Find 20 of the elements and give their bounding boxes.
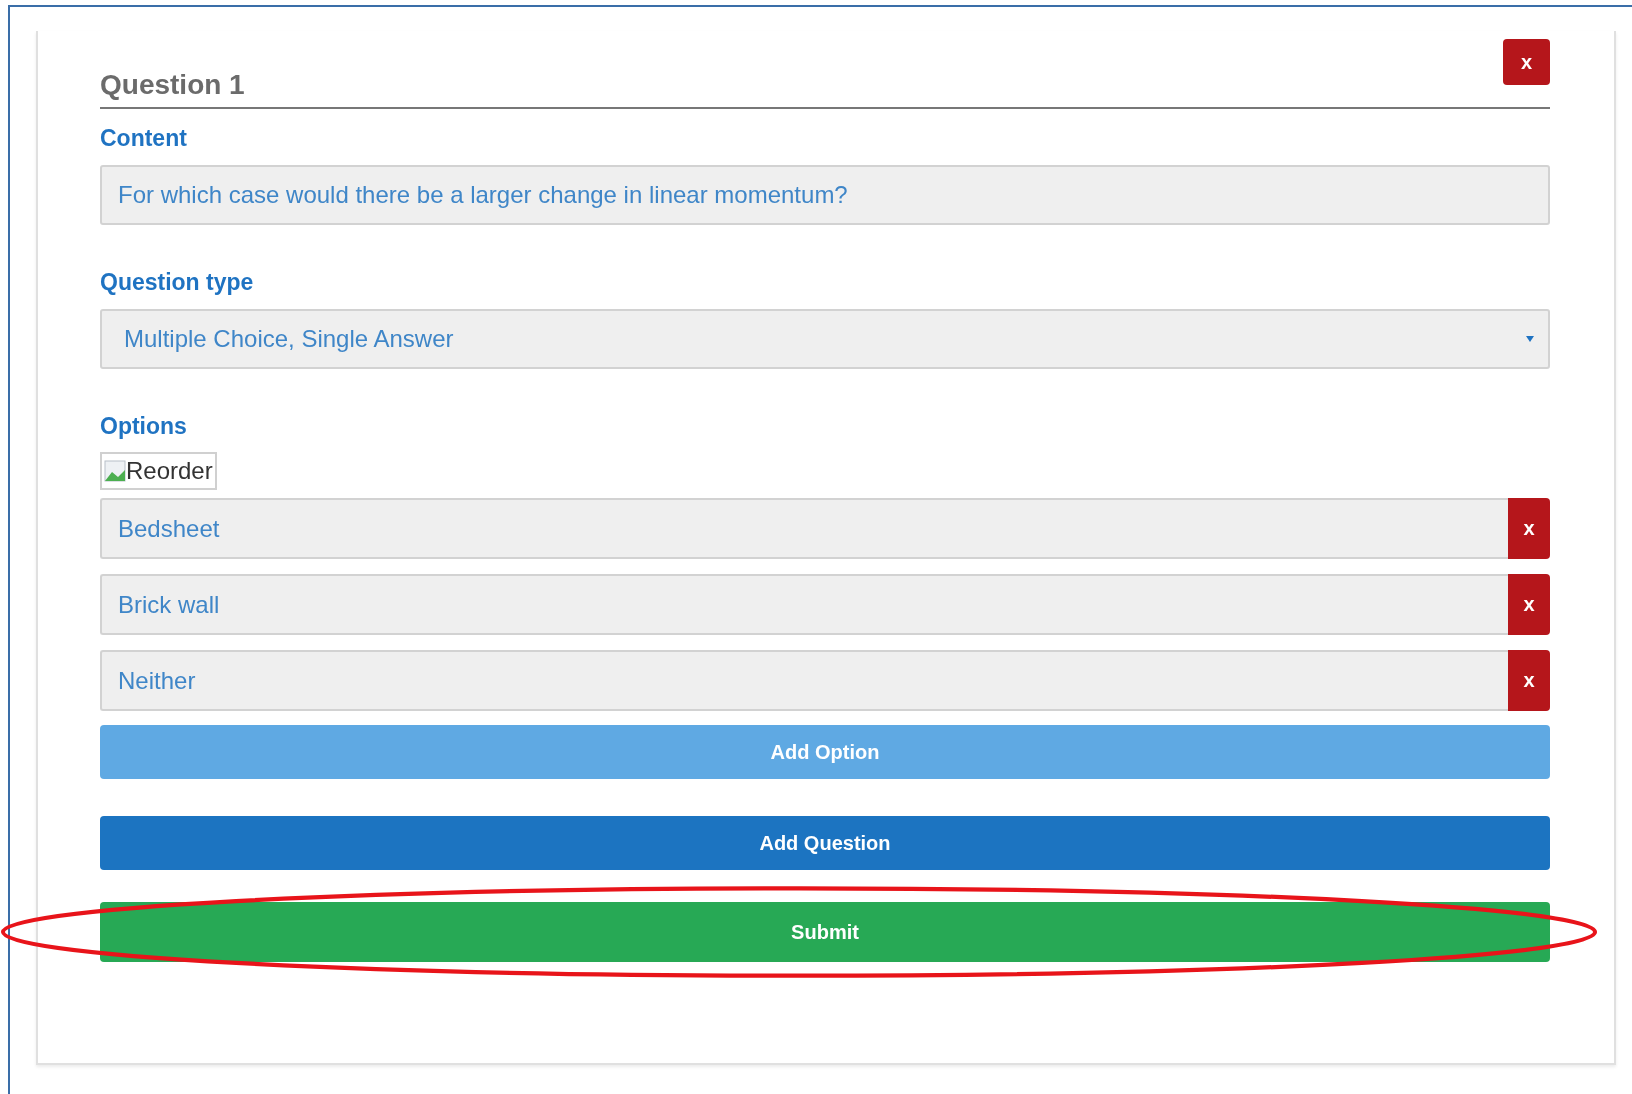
broken-image-icon	[104, 460, 126, 482]
option-field[interactable]: Brick wall	[100, 574, 1508, 635]
remove-option-button[interactable]: x	[1508, 574, 1550, 635]
add-question-button[interactable]: Add Question	[100, 816, 1550, 870]
option-field[interactable]: Bedsheet	[100, 498, 1508, 559]
content-field[interactable]: For which case would there be a larger change in linear momentum?	[100, 165, 1550, 225]
remove-option-button[interactable]: x	[1508, 498, 1550, 559]
field-label: Content	[100, 125, 188, 152]
field-label: Options	[100, 413, 188, 440]
remove-option-button[interactable]: x	[1508, 650, 1550, 711]
field-label: Question type	[100, 269, 255, 296]
question-title: Question 1	[100, 69, 245, 101]
option-field[interactable]: Neither	[100, 650, 1508, 711]
question-type-dropdown[interactable]: Multiple Choice, Single Answer	[100, 309, 1550, 369]
add-option-button[interactable]: Add Option	[100, 725, 1550, 779]
submit-button[interactable]: Submit	[100, 902, 1550, 962]
close-button[interactable]: x	[1503, 39, 1550, 85]
caret-icon	[1526, 336, 1534, 342]
reorder-image[interactable]: Reorder	[100, 452, 217, 490]
reorder-alt-text: Reorder	[126, 457, 213, 485]
